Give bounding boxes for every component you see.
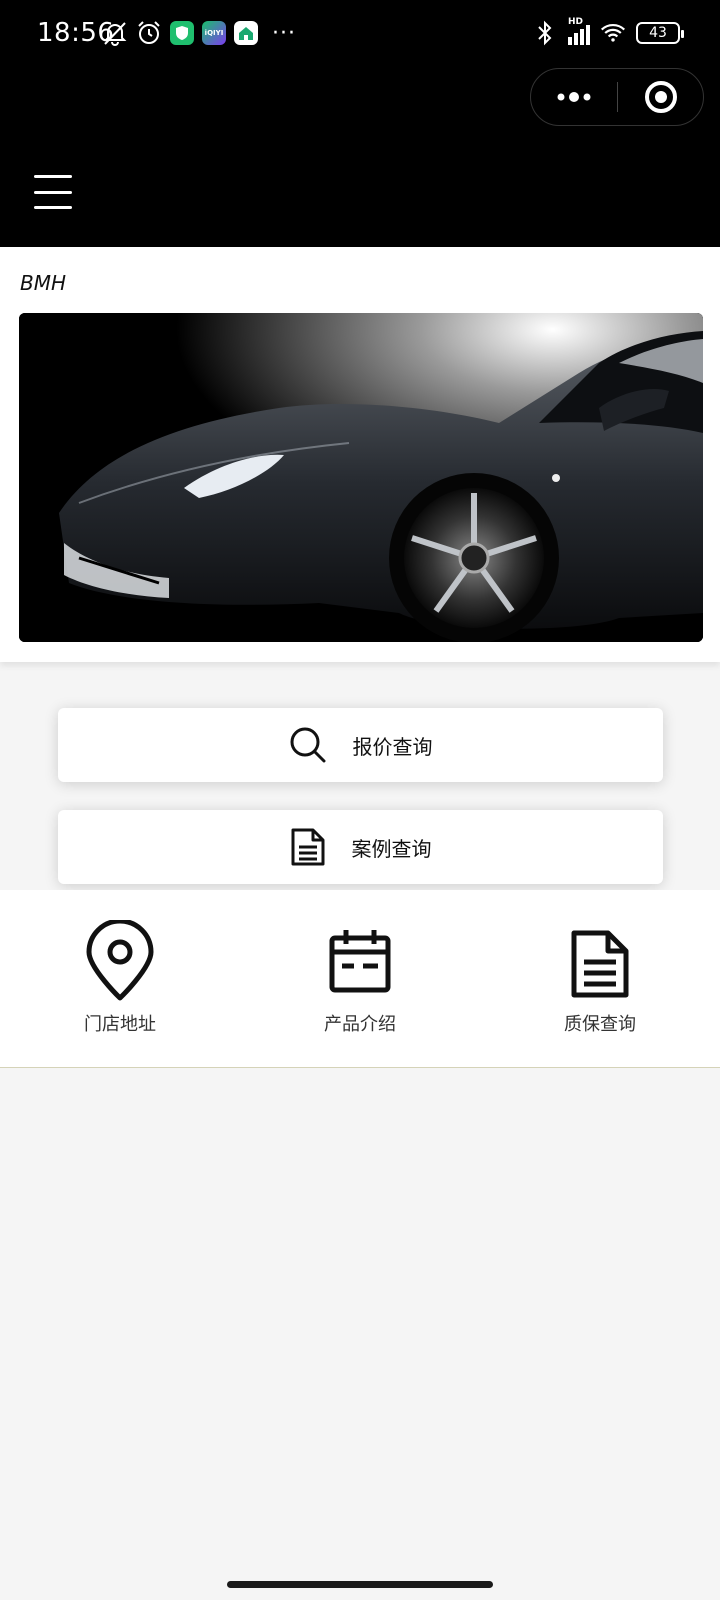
product-intro-shortcut[interactable]: 产品介绍 — [280, 920, 440, 1036]
document-icon — [571, 930, 629, 998]
warranty-query-shortcut[interactable]: 质保查询 — [520, 920, 680, 1036]
status-left-icons: iQIYI ··· — [102, 20, 296, 46]
signal-icon: HD — [568, 17, 590, 45]
search-icon — [290, 727, 325, 763]
menu-line — [34, 175, 72, 178]
menu-line — [34, 206, 72, 209]
product-intro-label: 产品介绍 — [324, 1014, 396, 1035]
mute-bell-icon — [102, 20, 128, 46]
calendar-icon — [329, 930, 391, 993]
security-app-icon — [170, 21, 194, 45]
case-query-button[interactable]: 案例查询 — [58, 810, 663, 884]
warranty-query-label: 质保查询 — [564, 1014, 636, 1035]
menu-button[interactable] — [34, 175, 72, 209]
banner-image[interactable] — [19, 313, 703, 642]
alarm-icon — [136, 20, 162, 46]
network-type: HD — [568, 17, 584, 27]
shortcut-row: 门店地址 产品介绍 质保查询 — [0, 890, 720, 1068]
sports-car-illustration — [19, 313, 703, 642]
more-button[interactable] — [531, 69, 617, 125]
home-app-icon — [234, 21, 258, 45]
wifi-icon — [600, 20, 626, 46]
home-indicator[interactable] — [227, 1581, 493, 1588]
brand-name: BMH — [20, 271, 67, 295]
bluetooth-icon — [532, 20, 558, 46]
top-bar: 18:56 iQIYI ··· HD 43 — [0, 0, 720, 247]
quote-query-label: 报价查询 — [352, 734, 433, 759]
case-query-label: 案例查询 — [351, 836, 432, 861]
location-pin-icon — [86, 920, 154, 1001]
quote-query-button[interactable]: 报价查询 — [58, 708, 663, 782]
miniprogram-capsule — [530, 68, 704, 126]
menu-line — [34, 190, 72, 194]
more-dots-icon — [557, 92, 591, 102]
store-address-label: 门店地址 — [84, 1014, 156, 1035]
status-overflow: ··· — [272, 20, 296, 46]
status-right-icons: HD 43 — [532, 17, 684, 46]
close-miniprogram-button[interactable] — [618, 69, 703, 125]
target-close-icon — [644, 81, 677, 113]
brand-card: BMH — [0, 247, 720, 662]
battery-indicator: 43 — [636, 22, 684, 44]
document-icon — [291, 828, 324, 866]
store-address-shortcut[interactable]: 门店地址 — [40, 920, 200, 1036]
iqiyi-app-icon: iQIYI — [202, 21, 226, 45]
